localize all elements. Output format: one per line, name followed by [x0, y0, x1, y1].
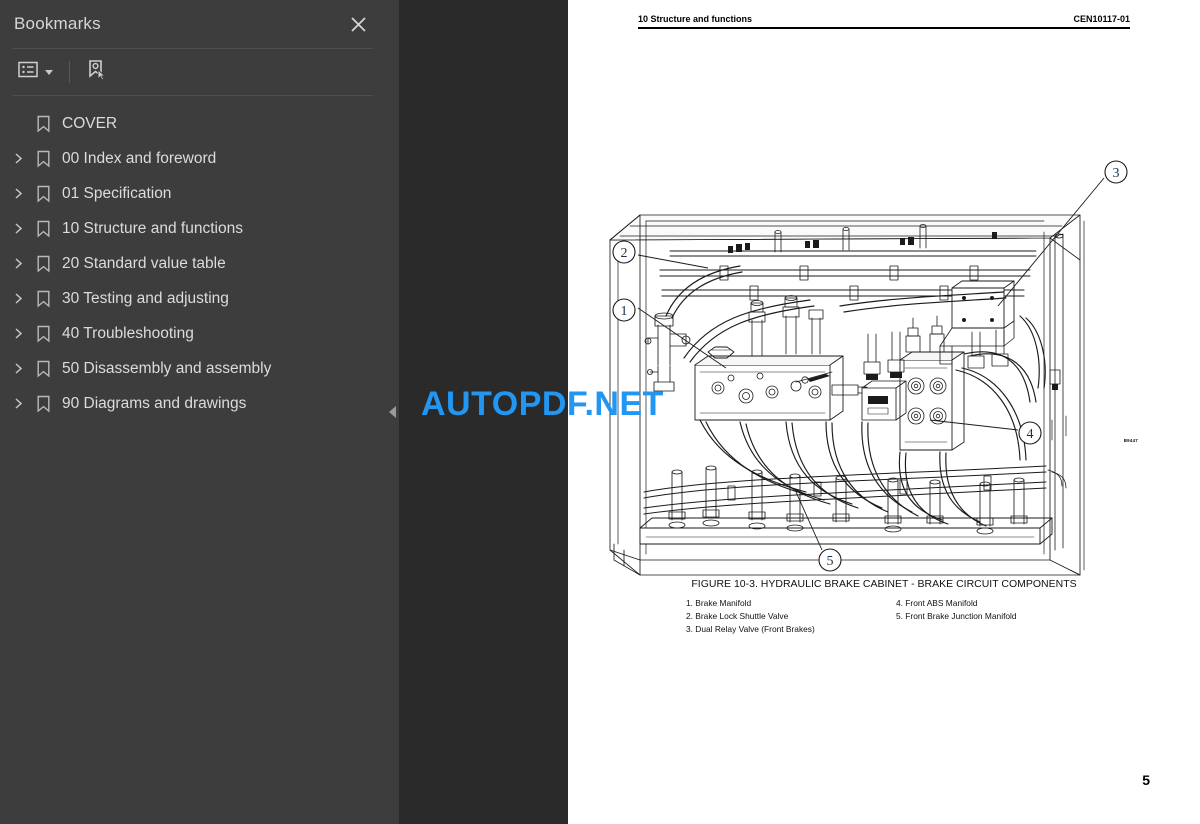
chevron-right-icon[interactable]	[6, 287, 30, 311]
bookmark-item-label: 00 Index and foreword	[62, 149, 217, 167]
toolbar-separator	[69, 61, 70, 83]
figure-legend: 1. Brake Manifold 2. Brake Lock Shuttle V…	[686, 597, 1106, 636]
bookmark-item[interactable]: 01 Specification	[0, 176, 385, 211]
bookmark-item-label: 30 Testing and adjusting	[62, 289, 229, 307]
chevron-right-icon[interactable]	[6, 392, 30, 416]
bookmark-item[interactable]: 90 Diagrams and drawings	[0, 386, 385, 421]
legend-column-right: 4. Front ABS Manifold 5. Front Brake Junc…	[896, 597, 1106, 636]
hydraulic-brake-cabinet-drawing: 2 1 3 4 5	[609, 160, 1128, 576]
bookmark-icon	[30, 150, 56, 168]
bookmark-icon	[30, 255, 56, 273]
bookmarks-panel: Bookmarks COVER 00 Index and foreword 01…	[0, 0, 385, 824]
bookmark-item[interactable]: 50 Disassembly and assembly	[0, 351, 385, 386]
bookmark-options-button[interactable]	[14, 57, 57, 87]
list-options-icon	[18, 61, 38, 83]
bookmark-item[interactable]: 40 Troubleshooting	[0, 316, 385, 351]
pdf-viewer-canvas[interactable]: 10 Structure and functions CEN10117-01 2…	[399, 0, 1200, 824]
legend-entry: 4. Front ABS Manifold	[896, 598, 978, 608]
figure-technical-drawing: 2 1 3 4 5	[600, 120, 1170, 580]
bookmark-item-label: 90 Diagrams and drawings	[62, 394, 247, 412]
bookmark-item-label: COVER	[62, 114, 118, 132]
close-icon[interactable]	[345, 11, 371, 37]
sidebar-collapse-handle[interactable]	[385, 0, 399, 824]
svg-text:2: 2	[621, 246, 628, 261]
bookmark-item[interactable]: 30 Testing and adjusting	[0, 281, 385, 316]
chevron-right-icon[interactable]	[6, 357, 30, 381]
legend-entry: 2. Brake Lock Shuttle Valve	[686, 611, 789, 622]
bookmark-item[interactable]: COVER	[0, 106, 385, 141]
bookmark-item[interactable]: 10 Structure and functions	[0, 211, 385, 246]
bookmarks-toolbar	[0, 49, 385, 95]
bookmark-icon	[30, 325, 56, 343]
bookmark-icon	[30, 220, 56, 238]
collapse-left-icon	[388, 406, 396, 418]
legend-column-left: 1. Brake Manifold 2. Brake Lock Shuttle V…	[686, 597, 896, 636]
bookmark-item[interactable]: 00 Index and foreword	[0, 141, 385, 176]
chevron-right-icon[interactable]	[6, 217, 30, 241]
svg-text:1: 1	[621, 304, 628, 319]
bookmark-icon	[30, 115, 56, 133]
page-running-header: 10 Structure and functions CEN10117-01	[638, 14, 1130, 29]
page-number: 5	[1142, 772, 1150, 788]
header-doc-code: CEN10117-01	[1073, 14, 1130, 24]
legend-entry: 5. Front Brake Junction Manifold	[896, 611, 1017, 622]
chevron-right-icon[interactable]	[6, 252, 30, 276]
bookmark-item[interactable]: 20 Standard value table	[0, 246, 385, 281]
chevron-right-icon[interactable]	[6, 322, 30, 346]
bookmark-pointer-icon	[86, 59, 108, 86]
svg-text:4: 4	[1027, 427, 1034, 442]
legend-entry: 1. Brake Manifold	[686, 598, 752, 608]
header-section-title: 10 Structure and functions	[638, 14, 753, 24]
bookmark-icon	[30, 395, 56, 413]
bookmark-icon	[30, 360, 56, 378]
chevron-right-icon[interactable]	[6, 182, 30, 206]
bookmark-item-label: 10 Structure and functions	[62, 219, 243, 237]
svg-text:5: 5	[827, 554, 834, 569]
header-rule	[638, 27, 1130, 29]
chevron-down-icon	[45, 69, 53, 75]
figure-reference-code: B9447	[1123, 438, 1138, 443]
bookmark-item-label: 20 Standard value table	[62, 254, 226, 272]
figure-caption: FIGURE 10-3. HYDRAULIC BRAKE CABINET - B…	[691, 578, 1077, 590]
bookmark-icon	[30, 185, 56, 203]
bookmark-item-label: 01 Specification	[62, 184, 172, 202]
chevron-right-icon[interactable]	[6, 147, 30, 171]
new-bookmark-button[interactable]	[82, 57, 112, 87]
bookmarks-panel-header: Bookmarks	[0, 0, 385, 48]
svg-text:3: 3	[1113, 166, 1120, 181]
legend-entry: 3. Dual Relay Valve (Front Brakes)	[686, 624, 815, 635]
bookmark-icon	[30, 290, 56, 308]
bookmark-item-label: 40 Troubleshooting	[62, 324, 194, 342]
bookmark-list: COVER 00 Index and foreword 01 Specificati…	[0, 96, 385, 824]
pdf-page: 10 Structure and functions CEN10117-01 2…	[568, 0, 1200, 824]
panel-title: Bookmarks	[14, 14, 101, 33]
bookmark-item-label: 50 Disassembly and assembly	[62, 359, 272, 377]
